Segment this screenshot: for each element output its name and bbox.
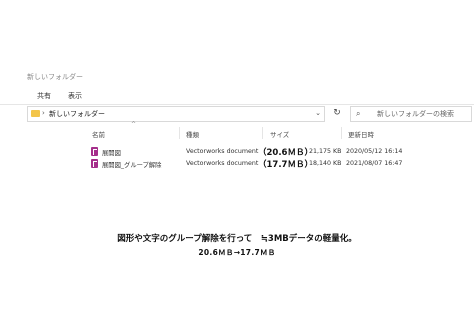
file-row[interactable]: 展開図 Vectorworks document （20.6ＭＢ） 21,175… xyxy=(88,146,402,158)
size-comparison: 20.6ＭＢ→17.7ＭＢ xyxy=(198,248,276,257)
column-header-name[interactable]: 名前 xyxy=(92,129,105,139)
column-header-date[interactable]: 更新日時 xyxy=(348,129,374,139)
tab-share[interactable]: 共有 xyxy=(37,91,51,101)
window-title: 新しいフォルダー xyxy=(27,73,83,81)
column-divider[interactable] xyxy=(341,127,342,139)
chevron-down-icon[interactable]: ⌄ xyxy=(315,109,321,117)
ribbon: 共有 表示 xyxy=(0,84,474,105)
file-type: Vectorworks document xyxy=(186,160,259,167)
file-row[interactable]: 展開図_グループ解除 Vectorworks document （17.7ＭＢ）… xyxy=(88,158,402,170)
file-size: 18,140 KB xyxy=(309,160,342,167)
address-bar[interactable]: › 新しいフォルダー ⌄ xyxy=(27,106,325,122)
search-icon: ⌕ xyxy=(356,109,361,118)
column-divider[interactable] xyxy=(262,127,263,139)
chevron-right-icon: › xyxy=(42,109,45,117)
file-size: 21,175 KB xyxy=(309,148,342,155)
size-annotation: （17.7ＭＢ） xyxy=(258,160,313,170)
column-divider[interactable] xyxy=(179,127,180,139)
refresh-icon[interactable]: ↻ xyxy=(330,106,344,120)
folder-icon xyxy=(31,110,40,117)
vectorworks-file-icon xyxy=(91,159,98,168)
tab-view[interactable]: 表示 xyxy=(68,91,82,101)
search-box[interactable]: ⌕ 新しいフォルダーの検索 xyxy=(350,106,472,122)
search-input[interactable]: 新しいフォルダーの検索 xyxy=(377,109,454,119)
column-header-size[interactable]: サイズ xyxy=(270,129,289,139)
file-date: 2020/05/12 16:14 xyxy=(346,148,403,155)
caption: 図形や文字のグループ解除を行って ≒3MBデータの軽量化。 xyxy=(117,234,357,244)
file-date: 2021/08/07 16:47 xyxy=(346,160,403,167)
file-name[interactable]: 展開図_グループ解除 xyxy=(102,160,161,169)
file-name[interactable]: 展開図 xyxy=(102,148,121,157)
size-annotation: （20.6ＭＢ） xyxy=(258,148,313,158)
vectorworks-file-icon xyxy=(91,147,98,156)
address-path[interactable]: 新しいフォルダー xyxy=(49,109,105,119)
sort-ascending-icon: ^ xyxy=(131,121,137,128)
file-type: Vectorworks document xyxy=(186,148,259,155)
column-header-type[interactable]: 種類 xyxy=(186,129,199,139)
